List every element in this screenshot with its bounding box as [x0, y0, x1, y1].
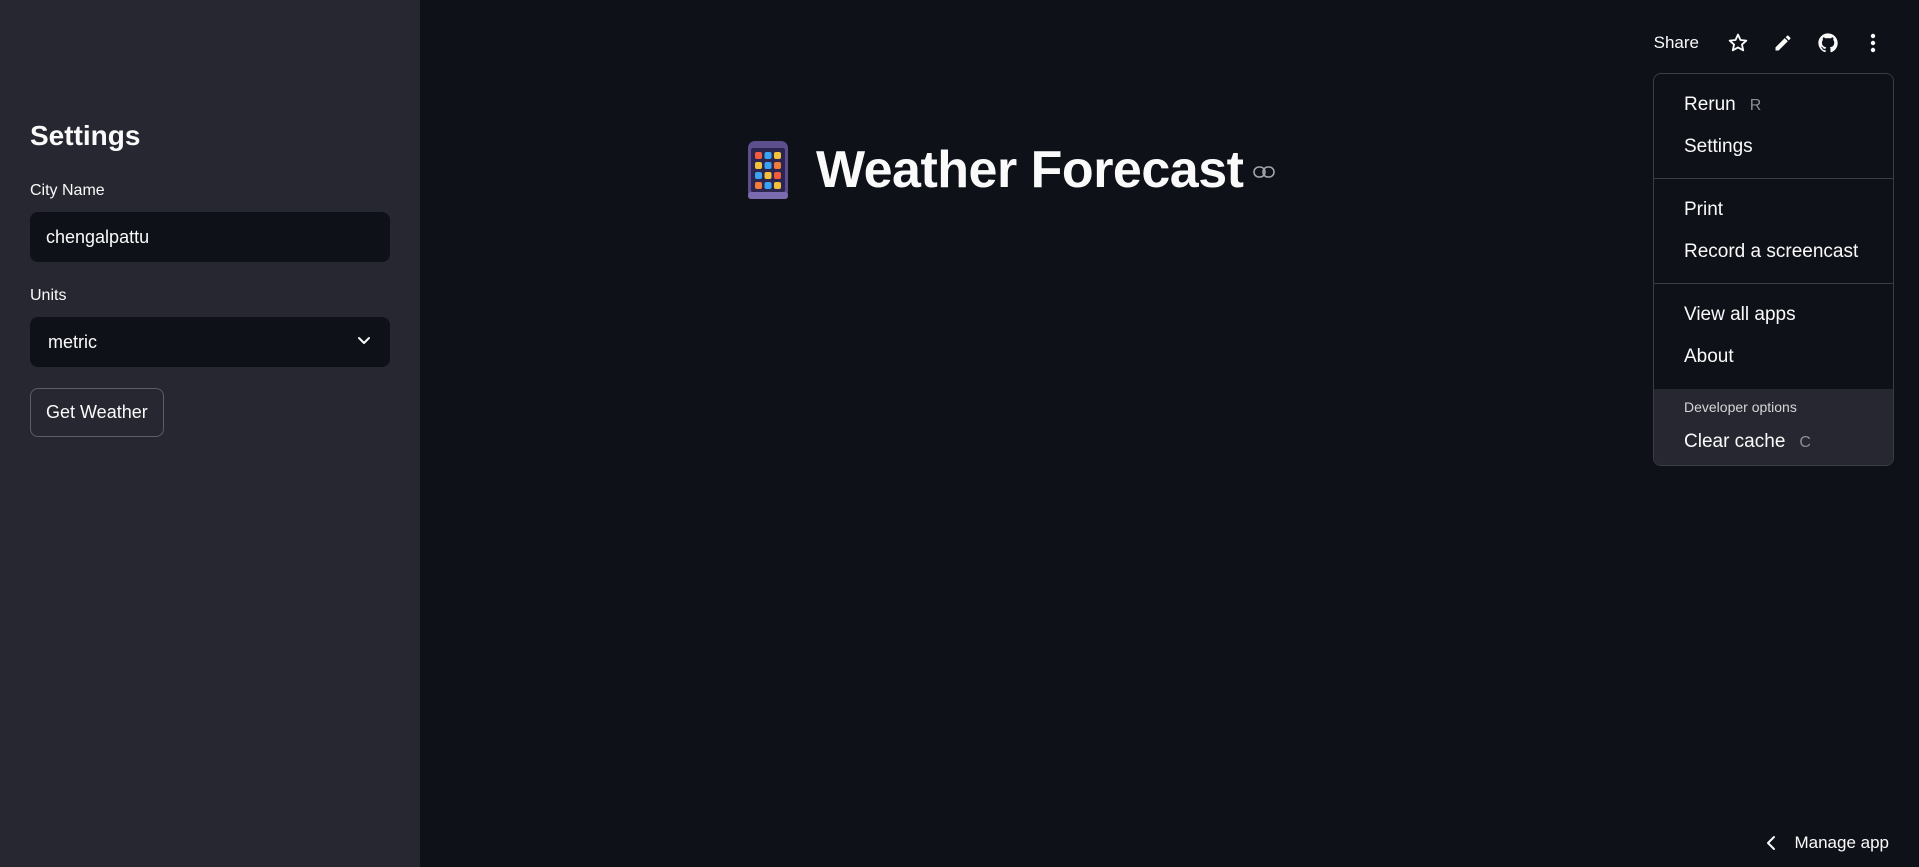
menu-item-rerun[interactable]: Rerun R: [1684, 94, 1761, 116]
main-menu: Rerun R Settings Print Record a screencas…: [1653, 73, 1894, 466]
page-title: Weather Forecast: [816, 141, 1244, 199]
menu-item-record-screencast[interactable]: Record a screencast: [1684, 241, 1858, 263]
sidebar: Settings City Name Units metric Get Weat…: [0, 0, 420, 867]
city-name-label: City Name: [30, 182, 105, 199]
link-icon[interactable]: [1253, 165, 1276, 183]
get-weather-button[interactable]: Get Weather: [30, 388, 164, 437]
menu-item-print[interactable]: Print: [1684, 199, 1723, 221]
pencil-icon[interactable]: [1760, 24, 1805, 62]
menu-item-rerun-label: Rerun: [1684, 94, 1736, 115]
units-selected-value: metric: [48, 331, 97, 352]
developer-options-label: Developer options: [1684, 399, 1797, 415]
menu-item-settings[interactable]: Settings: [1684, 136, 1753, 158]
rerun-shortcut: R: [1749, 97, 1762, 114]
chevron-down-icon: [356, 332, 372, 353]
menu-divider: [1654, 283, 1893, 284]
units-select[interactable]: metric: [30, 317, 390, 367]
title-row: Weather Forecast: [745, 140, 1276, 200]
star-icon[interactable]: [1715, 24, 1760, 62]
menu-item-clear-cache[interactable]: Clear cache C: [1684, 431, 1811, 453]
toolbar: Share: [1654, 24, 1895, 62]
menu-item-clear-cache-label: Clear cache: [1684, 431, 1786, 452]
menu-item-about[interactable]: About: [1684, 346, 1734, 368]
more-vert-icon[interactable]: [1850, 24, 1895, 62]
menu-divider: [1654, 178, 1893, 179]
units-label: Units: [30, 287, 67, 304]
github-icon[interactable]: [1805, 24, 1850, 62]
phone-icon: [745, 140, 791, 200]
share-button[interactable]: Share: [1654, 33, 1699, 53]
manage-app-label: Manage app: [1794, 833, 1889, 852]
sidebar-title: Settings: [30, 120, 141, 151]
chevron-left-icon: [1767, 836, 1776, 850]
city-name-input[interactable]: [30, 212, 390, 262]
clear-cache-shortcut: C: [1799, 434, 1811, 451]
menu-item-view-all-apps[interactable]: View all apps: [1684, 304, 1796, 326]
manage-app-button[interactable]: Manage app: [1766, 833, 1889, 853]
developer-options-section: Developer options Clear cache C: [1654, 389, 1893, 465]
